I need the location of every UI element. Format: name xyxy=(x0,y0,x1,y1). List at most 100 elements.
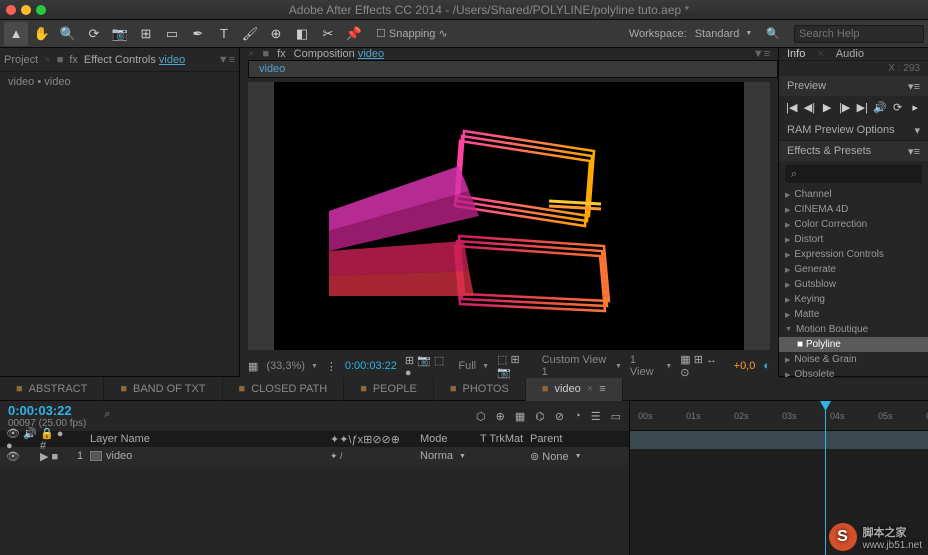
watermark: S 脚本之家 www.jb51.net xyxy=(829,523,922,551)
timeline-tab-people[interactable]: ■ PEOPLE xyxy=(344,377,434,401)
time-ruler[interactable]: 00s01s02s03s04s05s06s xyxy=(630,401,928,431)
info-coords: X : 293 xyxy=(779,61,928,76)
parent-select[interactable]: None xyxy=(542,451,581,463)
preset-color-correction[interactable]: Color Correction xyxy=(779,217,928,232)
layer-bar[interactable] xyxy=(630,431,928,449)
zoom-tool[interactable]: 🔍 xyxy=(56,22,80,46)
pan-behind-tool[interactable]: ⊞ xyxy=(134,22,158,46)
timeline-panel: 0:00:03:22 00097 (25.00 fps) ⌕ ⬡ ⊕ ▦ ⌬ ⊘… xyxy=(0,400,928,555)
tl-icon-3[interactable]: ▦ xyxy=(515,410,525,423)
effect-controls-tab[interactable]: Effect Controls video xyxy=(84,54,185,66)
play-button[interactable]: ▶ xyxy=(820,101,834,115)
composition-render xyxy=(309,96,709,336)
app-title: Adobe After Effects CC 2014 - /Users/Sha… xyxy=(56,3,922,17)
info-tab[interactable]: Info xyxy=(787,48,805,60)
preset-matte[interactable]: Matte xyxy=(779,307,928,322)
eraser-tool[interactable]: ◧ xyxy=(290,22,314,46)
snapping-checkbox[interactable]: ☐ Snapping ∿ xyxy=(376,27,448,40)
effects-search-input[interactable] xyxy=(785,165,922,183)
timeline-timecode[interactable]: 0:00:03:22 xyxy=(8,403,86,418)
ram-preview-options[interactable]: RAM Preview Options xyxy=(787,124,895,136)
clone-tool[interactable]: ⊕ xyxy=(264,22,288,46)
preset-channel[interactable]: Channel xyxy=(779,187,928,202)
timeline-tab-band-of-txt[interactable]: ■ BAND OF TXT xyxy=(104,377,222,401)
resolution[interactable]: Full xyxy=(458,360,489,372)
roto-tool[interactable]: ✂ xyxy=(316,22,340,46)
timeline-tab-closed-path[interactable]: ■ CLOSED PATH xyxy=(223,377,345,401)
right-panel: Info × Audio X : 293 Preview▾≡ |◀ ◀| ▶ |… xyxy=(778,48,928,376)
tl-icon-1[interactable]: ⬡ xyxy=(476,410,486,423)
view-mode[interactable]: Custom View 1 xyxy=(542,354,622,378)
close-window-icon[interactable] xyxy=(6,5,16,15)
exposure[interactable]: +0,0 xyxy=(734,360,756,372)
time-tick: 03s xyxy=(782,411,797,421)
preset-sub-polyline[interactable]: ■ Polyline xyxy=(779,337,928,352)
time-tick: 01s xyxy=(686,411,701,421)
col-mode[interactable]: Mode xyxy=(420,433,480,445)
loop-button[interactable]: ⟳ xyxy=(891,101,905,115)
camera-tool[interactable]: 📷 xyxy=(108,22,132,46)
col-parent[interactable]: Parent xyxy=(530,433,620,445)
tl-icon-5[interactable]: ⊘ xyxy=(555,410,564,423)
timeline-tabs: ■ ABSTRACT■ BAND OF TXT■ CLOSED PATH■ PE… xyxy=(0,376,928,400)
pen-tool[interactable]: ✒ xyxy=(186,22,210,46)
tl-icon-6[interactable]: ◔ xyxy=(574,410,581,423)
minimize-window-icon[interactable] xyxy=(21,5,31,15)
preset-motion-boutique[interactable]: Motion Boutique xyxy=(779,322,928,337)
rectangle-tool[interactable]: ▭ xyxy=(160,22,184,46)
time-tick: 05s xyxy=(878,411,893,421)
preset-generate[interactable]: Generate xyxy=(779,262,928,277)
timeline-search-icon[interactable]: ⌕ xyxy=(104,408,120,424)
selection-tool[interactable]: ▲ xyxy=(4,22,28,46)
preset-gutsblow[interactable]: Gutsblow xyxy=(779,277,928,292)
maximize-window-icon[interactable] xyxy=(36,5,46,15)
effects-presets-title[interactable]: Effects & Presets xyxy=(787,145,871,157)
audio-tab[interactable]: Audio xyxy=(836,48,864,60)
next-frame-button[interactable]: |▶ xyxy=(838,101,852,115)
brush-tool[interactable]: 🖌 xyxy=(238,22,262,46)
time-tick: 04s xyxy=(830,411,845,421)
col-trkmat[interactable]: T TrkMat xyxy=(480,433,530,445)
col-layer-name[interactable]: Layer Name xyxy=(90,433,330,445)
preset-obsolete[interactable]: Obsolete xyxy=(779,367,928,377)
rotate-tool[interactable]: ⟳ xyxy=(82,22,106,46)
preset-cinema-4d[interactable]: CINEMA 4D xyxy=(779,202,928,217)
view-count[interactable]: 1 View xyxy=(630,354,672,378)
composition-tab[interactable]: video xyxy=(248,60,778,78)
tl-icon-2[interactable]: ⊕ xyxy=(496,410,505,423)
prev-frame-button[interactable]: ◀| xyxy=(802,101,816,115)
tl-icon-4[interactable]: ⌬ xyxy=(535,410,545,423)
tl-icon-7[interactable]: ☰ xyxy=(591,410,601,423)
preset-keying[interactable]: Keying xyxy=(779,292,928,307)
first-frame-button[interactable]: |◀ xyxy=(785,101,799,115)
audio-button[interactable]: 🔊 xyxy=(873,101,887,115)
time-tick: 00s xyxy=(638,411,653,421)
blend-mode-select[interactable]: Norma xyxy=(420,450,466,462)
window-controls[interactable] xyxy=(6,5,46,15)
tool-bar: ▲ ✋ 🔍 ⟳ 📷 ⊞ ▭ ✒ T 🖌 ⊕ ◧ ✂ 📌 ☐ Snapping ∿… xyxy=(0,20,928,48)
preset-noise-grain[interactable]: Noise & Grain xyxy=(779,352,928,367)
workspace-selector[interactable]: Standard xyxy=(695,28,753,40)
layer-icon xyxy=(90,451,102,461)
last-frame-button[interactable]: ▶| xyxy=(855,101,869,115)
composition-panel: ×■fx Composition video ▼≡ video xyxy=(240,48,778,376)
preview-panel-title[interactable]: Preview xyxy=(787,80,826,92)
viewer-timecode[interactable]: 0:00:03:22 xyxy=(345,360,397,372)
timeline-tab-abstract[interactable]: ■ ABSTRACT xyxy=(0,377,104,401)
playhead[interactable] xyxy=(825,401,826,555)
ram-button[interactable]: ▸ xyxy=(908,101,922,115)
tl-icon-8[interactable]: ▭ xyxy=(611,410,621,423)
search-help-input[interactable] xyxy=(794,25,924,43)
preset-expression-controls[interactable]: Expression Controls xyxy=(779,247,928,262)
tab-close-icon[interactable]: × xyxy=(587,383,593,395)
puppet-tool[interactable]: 📌 xyxy=(342,22,366,46)
type-tool[interactable]: T xyxy=(212,22,236,46)
viewport[interactable] xyxy=(248,82,770,350)
timeline-layer-row[interactable]: 👁 ▶ ■ 1 video ✦ / Norma ⊚ None xyxy=(0,447,629,465)
timeline-tab-photos[interactable]: ■ PHOTOS xyxy=(434,377,526,401)
project-tab[interactable]: Project xyxy=(4,54,38,66)
preset-distort[interactable]: Distort xyxy=(779,232,928,247)
timeline-tab-video[interactable]: ■ video × ≡ xyxy=(526,377,623,401)
zoom-level[interactable]: (33,3%) xyxy=(266,360,317,372)
hand-tool[interactable]: ✋ xyxy=(30,22,54,46)
